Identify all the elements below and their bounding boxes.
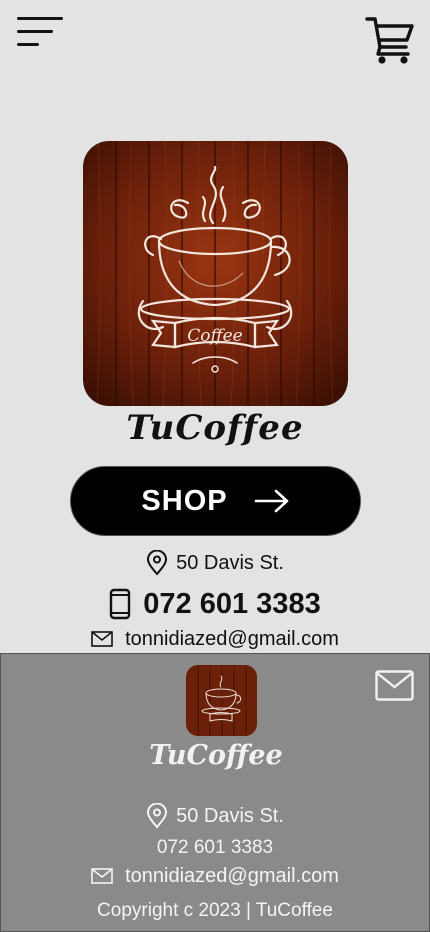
phone-row[interactable]: 072 601 3383	[0, 584, 430, 624]
email-row[interactable]: tonnidiazed@gmail.com	[0, 625, 430, 653]
envelope-icon	[91, 868, 113, 884]
top-bar	[0, 0, 430, 80]
location-pin-icon	[147, 803, 168, 829]
email-address[interactable]: tonnidiazed@gmail.com	[125, 628, 339, 651]
coffee-logo-image: Coffee	[83, 141, 348, 406]
envelope-icon	[91, 631, 113, 647]
shopping-cart-icon[interactable]	[364, 14, 416, 66]
footer-phone-number[interactable]: 072 601 3383	[157, 837, 273, 859]
footer-email-row[interactable]: tonnidiazed@gmail.com	[1, 863, 429, 889]
shop-button[interactable]: SHOP	[70, 466, 361, 536]
footer-brand-name: TuCoffee	[149, 740, 283, 771]
copyright-row: Copyright c 2023 | TuCoffee	[1, 898, 429, 924]
copyright-text: Copyright c 2023 | TuCoffee	[97, 900, 333, 921]
shop-button-label: SHOP	[141, 484, 228, 517]
location-pin-icon	[147, 550, 168, 576]
mobile-phone-icon	[110, 588, 131, 620]
footer-email-address[interactable]: tonnidiazed@gmail.com	[125, 865, 339, 888]
footer-address-row: 50 Davis St.	[1, 802, 429, 830]
arrow-right-icon	[254, 489, 288, 513]
hamburger-menu-icon[interactable]	[17, 17, 65, 49]
brand-name: TuCoffee	[126, 408, 304, 448]
footer-phone-row[interactable]: 072 601 3383	[1, 836, 429, 860]
footer-logo-image	[186, 665, 257, 736]
phone-number[interactable]: 072 601 3383	[143, 588, 320, 621]
footer: TuCoffee 50 Davis St. 072 601 3383 tonni…	[0, 653, 430, 932]
footer-address-text: 50 Davis St.	[176, 804, 284, 827]
logo-coffee-text: Coffee	[187, 326, 242, 346]
envelope-icon[interactable]	[375, 670, 414, 701]
address-row: 50 Davis St.	[0, 548, 430, 578]
address-text: 50 Davis St.	[176, 551, 284, 574]
